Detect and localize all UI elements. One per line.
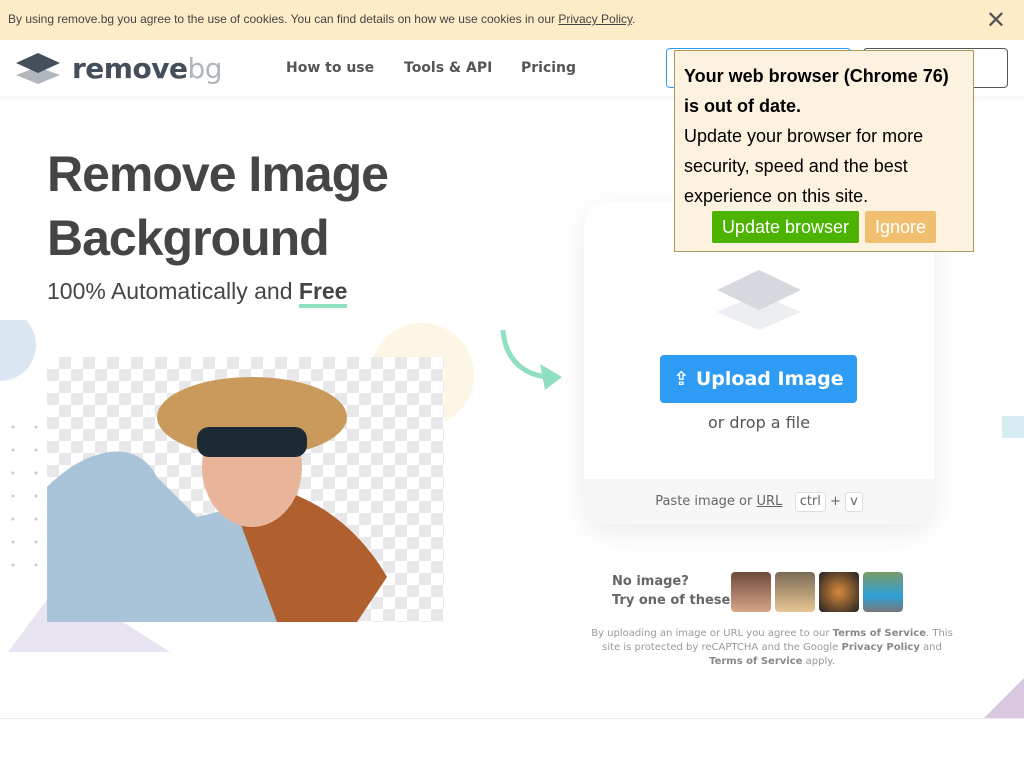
browser-update-popup: Your web browser (Chrome 76) is out of d…	[674, 50, 974, 252]
cookie-banner: By using remove.bg you agree to the use …	[0, 0, 1024, 40]
legal-text: By uploading an image or URL you agree t…	[591, 628, 953, 667]
tos-link-2[interactable]: Terms of Service	[709, 656, 802, 667]
v-key: v	[845, 492, 863, 512]
url-link[interactable]: URL	[756, 494, 782, 509]
upload-icon: ⇪	[673, 368, 690, 390]
drop-file-text: or drop a file	[707, 413, 811, 432]
popup-title: Your web browser (Chrome 76) is out of d…	[684, 66, 949, 116]
privacy-link[interactable]: Privacy Policy	[841, 642, 919, 653]
ignore-button[interactable]: Ignore	[865, 211, 937, 243]
divider	[0, 718, 1024, 719]
logo-icon	[16, 52, 60, 84]
nav-pricing[interactable]: Pricing	[521, 60, 576, 76]
sample-woman[interactable]	[731, 572, 771, 612]
paste-hint: Paste image or URL ctrl + v	[584, 479, 934, 524]
page-title: Remove Image Background	[47, 146, 389, 266]
logo-text: removebg	[72, 52, 222, 85]
woman-with-hat-image	[47, 377, 387, 622]
sample-bread[interactable]	[819, 572, 859, 612]
update-browser-button[interactable]: Update browser	[711, 211, 860, 243]
cookie-text: By using remove.bg you agree to the use …	[8, 12, 559, 26]
popup-body: Update your browser for more security, s…	[684, 126, 924, 206]
upload-label: Upload Image	[695, 368, 844, 390]
upload-image-button[interactable]: ⇪ Upload Image	[660, 355, 857, 403]
sample-dog[interactable]	[775, 572, 815, 612]
tos-link[interactable]: Terms of Service	[833, 628, 926, 639]
sample-prompt: No image? Try one of these:	[612, 574, 736, 608]
nav-how-to-use[interactable]: How to use	[286, 60, 374, 76]
privacy-policy-link[interactable]: Privacy Policy	[558, 12, 632, 26]
close-icon[interactable]: ✕	[986, 6, 1006, 35]
sample-car[interactable]	[863, 572, 903, 612]
hero-image	[47, 357, 444, 622]
layers-icon	[717, 270, 801, 330]
nav-tools-api[interactable]: Tools & API	[404, 60, 492, 76]
logo[interactable]: removebg	[16, 52, 222, 85]
cookie-end: .	[632, 12, 636, 26]
subtitle: 100% Automatically and Free	[47, 278, 348, 308]
ctrl-key: ctrl	[794, 492, 826, 512]
